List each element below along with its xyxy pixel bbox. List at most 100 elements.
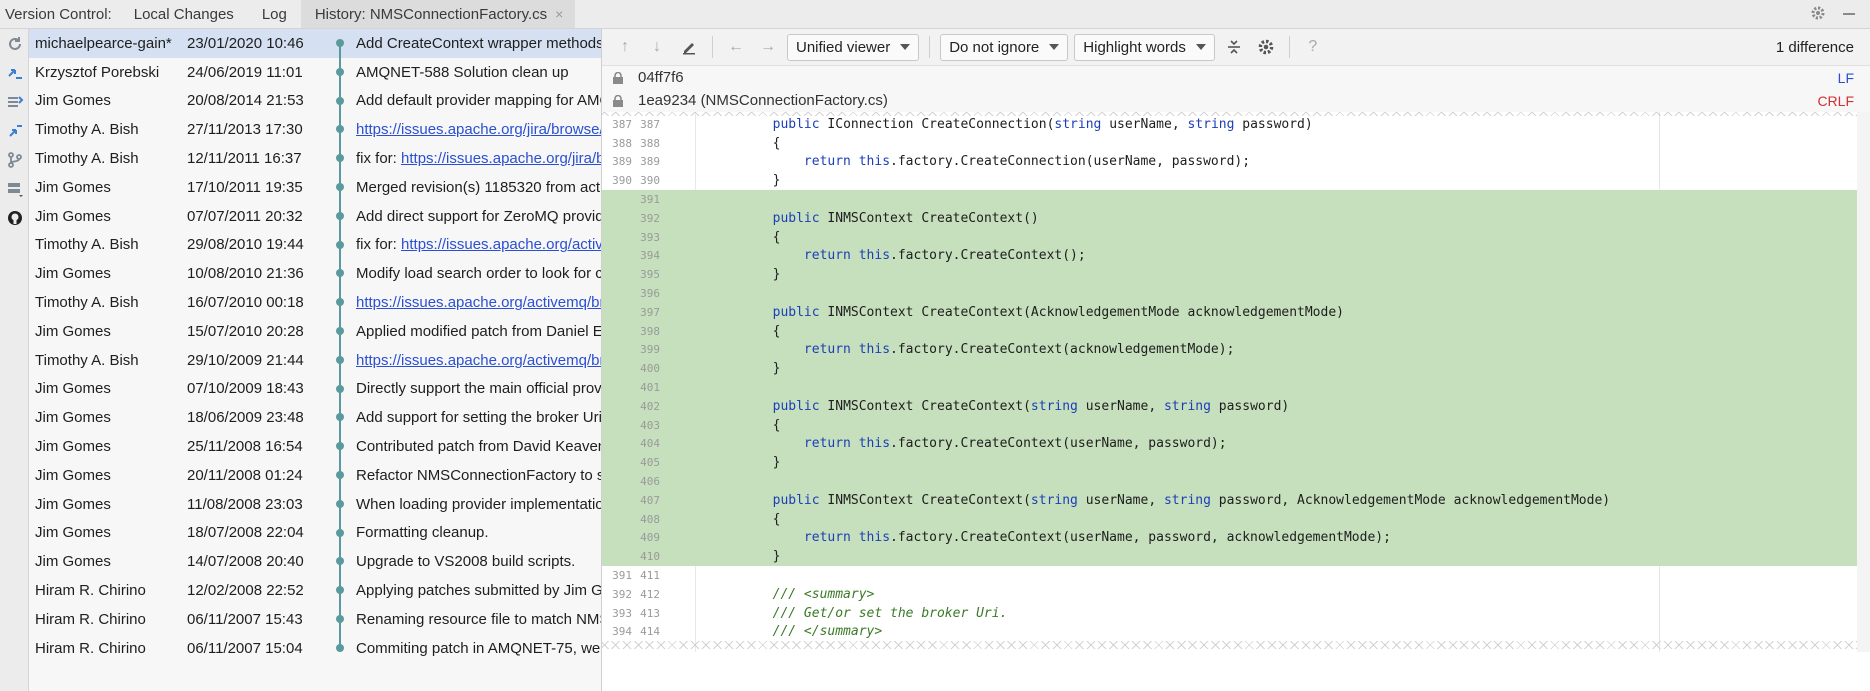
- commit-row[interactable]: Jim Gomes 07/10/2009 18:43 Directly suppor…: [29, 374, 601, 404]
- compare-before-icon[interactable]: [0, 116, 29, 145]
- commit-row[interactable]: Timothy A. Bish 29/10/2009 21:44 https://i…: [29, 345, 601, 375]
- commit-graph-node: [332, 633, 350, 663]
- commit-graph-node: [332, 374, 350, 404]
- help-icon[interactable]: ?: [1300, 34, 1326, 60]
- new-line-number: 414: [640, 625, 660, 639]
- tab-local-changes[interactable]: Local Changes: [120, 0, 248, 28]
- commit-date: 17/10/2011 19:35: [187, 178, 303, 196]
- commit-row[interactable]: Krzysztof Porebski 24/06/2019 11:01 AMQNET…: [29, 57, 601, 87]
- code-line: 389 389 return this.factory.CreateConnect…: [602, 153, 1857, 172]
- compare-local-icon[interactable]: [0, 87, 29, 116]
- code-text: }: [710, 455, 781, 471]
- back-icon[interactable]: ←: [723, 34, 749, 60]
- commit-author: Timothy A. Bish: [35, 236, 139, 254]
- commit-message: Applying patches submitted by Jim Gon: [350, 582, 601, 599]
- commit-row[interactable]: Jim Gomes 20/08/2014 21:53 Add default pro…: [29, 86, 601, 116]
- edit-source-icon[interactable]: [676, 34, 702, 60]
- commit-row[interactable]: Timothy A. Bish 27/11/2013 17:30 https://i…: [29, 115, 601, 145]
- commit-row[interactable]: Jim Gomes 20/11/2008 01:24 Refactor NMSCon…: [29, 460, 601, 490]
- refresh-icon[interactable]: [0, 29, 29, 58]
- commit-row[interactable]: Timothy A. Bish 16/07/2010 00:18 https://i…: [29, 288, 601, 317]
- commit-row[interactable]: Jim Gomes 11/08/2008 23:03 When loading pr…: [29, 489, 601, 519]
- added-code-line: 405 }: [602, 453, 1857, 473]
- close-icon[interactable]: ×: [555, 6, 563, 28]
- commit-author: Krzysztof Porebski: [35, 63, 160, 81]
- commit-row[interactable]: Jim Gomes 14/07/2008 20:40 Upgrade to VS20…: [29, 547, 601, 577]
- commit-author: Timothy A. Bish: [35, 121, 139, 139]
- commit-author: Jim Gomes: [35, 495, 111, 513]
- commit-row[interactable]: Jim Gomes 18/06/2009 23:48 Add support for…: [29, 403, 601, 433]
- commit-author: Timothy A. Bish: [35, 294, 139, 312]
- code-text: public INMSContext CreateContext(Acknowl…: [772, 304, 1344, 320]
- settings-list-icon[interactable]: [0, 174, 29, 203]
- folded-region-marker[interactable]: [602, 641, 1857, 650]
- commit-date: 29/08/2010 19:44: [187, 236, 304, 254]
- code-text: return this.factory.CreateContext(userNa…: [803, 530, 1391, 546]
- commit-message: fix for: https://issues.apache.org/activ…: [350, 236, 601, 253]
- commit-row[interactable]: Jim Gomes 07/07/2011 20:32 Add direct supp…: [29, 201, 601, 231]
- issue-link[interactable]: https://issues.apache.org/jira/bro: [401, 150, 601, 167]
- commit-row[interactable]: michaelpearce-gain* 23/01/2020 10:46 Add C…: [29, 29, 601, 58]
- commit-author: Jim Gomes: [35, 438, 111, 456]
- code-text: }: [710, 173, 781, 189]
- commit-row[interactable]: Hiram R. Chirino 06/11/2007 15:04 Commitin…: [29, 633, 601, 663]
- previous-difference-icon[interactable]: ↑: [612, 34, 638, 60]
- gear-icon[interactable]: [1810, 5, 1826, 28]
- ignore-whitespace-dropdown[interactable]: Do not ignore: [940, 33, 1069, 61]
- collapse-unchanged-icon[interactable]: [1221, 34, 1247, 60]
- next-difference-icon[interactable]: ↓: [644, 34, 670, 60]
- code-text: return this.factory.CreateContext(userNa…: [803, 436, 1227, 452]
- tab-log[interactable]: Log: [248, 0, 301, 28]
- code-diff-editor[interactable]: 387 387 public IConnection CreateConnecti…: [602, 112, 1870, 652]
- tab-history[interactable]: History: NMSConnectionFactory.cs ×: [300, 0, 576, 28]
- commit-history-list[interactable]: michaelpearce-gain* 23/01/2020 10:46 Add C…: [29, 29, 601, 691]
- commit-row[interactable]: Jim Gomes 10/08/2010 21:36 Modify load sea…: [29, 259, 601, 289]
- old-line-number: 387: [612, 117, 632, 131]
- forward-icon[interactable]: →: [755, 34, 781, 60]
- added-code-line: 409 return this.factory.CreateContext(us…: [602, 528, 1857, 548]
- settings-gear-icon[interactable]: [1253, 34, 1279, 60]
- commit-graph-node: [332, 432, 350, 461]
- old-line-number: 389: [612, 155, 632, 169]
- commit-row[interactable]: Timothy A. Bish 12/11/2011 16:37 fix for: …: [29, 144, 601, 173]
- commit-row[interactable]: Jim Gomes 17/10/2011 19:35 Merged revision…: [29, 172, 601, 202]
- code-text: /// </summary>: [710, 624, 883, 640]
- commit-graph-node: [332, 576, 350, 605]
- toolbar-separator: [712, 36, 713, 58]
- commit-row[interactable]: Hiram R. Chirino 06/11/2007 15:43 Renaming…: [29, 604, 601, 634]
- code-line: 392 412 /// <summary>: [602, 585, 1857, 604]
- difference-count: 1 difference: [1775, 38, 1854, 56]
- commit-graph-node: [332, 604, 350, 634]
- viewer-mode-dropdown[interactable]: Unified viewer: [787, 33, 920, 61]
- commit-author: Jim Gomes: [35, 92, 111, 110]
- line-ending-crlf[interactable]: CRLF: [1817, 93, 1854, 109]
- commit-graph-node: [332, 201, 350, 231]
- commit-graph-node: [332, 403, 350, 433]
- compare-icon[interactable]: [0, 58, 29, 87]
- code-text: public INMSContext CreateContext(): [772, 210, 1039, 226]
- line-ending-lf[interactable]: LF: [1838, 70, 1854, 86]
- issue-link[interactable]: https://issues.apache.org/activen: [401, 236, 601, 253]
- vertical-scrollbar[interactable]: [1857, 112, 1870, 652]
- commit-row[interactable]: Hiram R. Chirino 12/02/2008 22:52 Applying…: [29, 576, 601, 605]
- commit-author: Jim Gomes: [35, 265, 111, 283]
- commit-row[interactable]: Jim Gomes 18/07/2008 22:04 Formatting clea…: [29, 518, 601, 548]
- code-text: {: [710, 511, 781, 527]
- github-icon[interactable]: [0, 203, 29, 232]
- commit-row[interactable]: Timothy A. Bish 29/08/2010 19:44 fix for: …: [29, 230, 601, 260]
- added-code-line: 393 {: [602, 227, 1857, 247]
- commit-row[interactable]: Jim Gomes 15/07/2010 20:28 Applied modifie…: [29, 316, 601, 346]
- commit-graph-node: [332, 460, 350, 490]
- minimize-icon[interactable]: [1842, 5, 1856, 28]
- commit-message-prefix: fix for:: [356, 236, 402, 254]
- issue-link[interactable]: https://issues.apache.org/activemq/brov: [356, 294, 601, 311]
- code-text: return this.factory.CreateContext();: [803, 248, 1086, 264]
- viewer-mode-value: Unified viewer: [796, 38, 891, 56]
- issue-link[interactable]: https://issues.apache.org/jira/browse/A: [356, 121, 601, 138]
- issue-link[interactable]: https://issues.apache.org/activemq/brov: [356, 352, 601, 369]
- chevron-down-icon: [900, 44, 911, 50]
- commit-row[interactable]: Jim Gomes 25/11/2008 16:54 Contributed pat…: [29, 432, 601, 461]
- highlight-mode-dropdown[interactable]: Highlight words: [1074, 33, 1215, 61]
- branch-icon[interactable]: [0, 145, 29, 174]
- new-line-number: 391: [640, 193, 660, 207]
